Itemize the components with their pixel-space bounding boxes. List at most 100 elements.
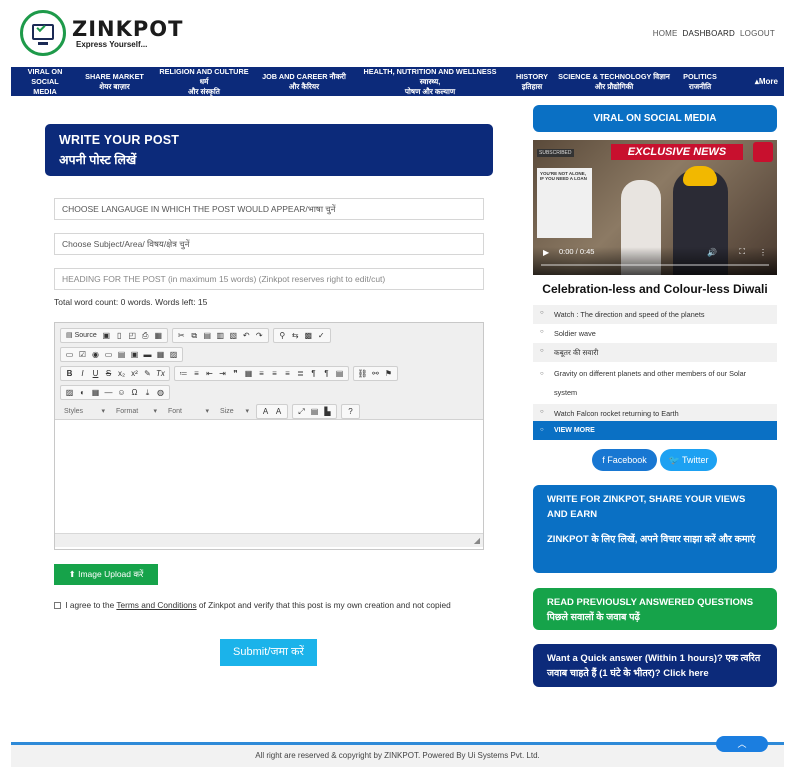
- view-more-button[interactable]: VIEW MORE: [533, 421, 777, 440]
- write-for-zinkpot-box[interactable]: WRITE FOR ZINKPOT, SHARE YOUR VIEWS AND …: [533, 485, 777, 573]
- nav-item-history[interactable]: HISTORY इतिहास: [510, 72, 554, 92]
- editor-content-area[interactable]: [55, 420, 483, 533]
- align-center-icon[interactable]: ≡: [269, 367, 280, 380]
- video-progress-bar[interactable]: [541, 264, 769, 266]
- scroll-top-button[interactable]: ︿: [716, 736, 768, 752]
- numbered-list-icon[interactable]: ≔: [178, 367, 189, 380]
- bulleted-list-icon[interactable]: ≡: [191, 367, 202, 380]
- underline-icon[interactable]: U: [90, 367, 101, 380]
- cut-icon[interactable]: ✂: [176, 329, 187, 342]
- font-dropdown[interactable]: Font: [164, 405, 212, 418]
- styles-dropdown[interactable]: Styles: [60, 405, 108, 418]
- nav-item-share-market[interactable]: SHARE MARKET शेयर बाज़ार: [79, 72, 150, 92]
- image-upload-button[interactable]: ⬆ Image Upload करें: [54, 564, 158, 585]
- remove-format-icon[interactable]: Tx: [155, 367, 166, 380]
- nav-item-religion[interactable]: RELIGION AND CULTURE धर्म और संस्कृति: [150, 67, 258, 97]
- select-icon[interactable]: ▣: [129, 348, 140, 361]
- bold-icon[interactable]: B: [64, 367, 75, 380]
- heading-input[interactable]: HEADING FOR THE POST (in maximum 15 word…: [54, 268, 484, 290]
- align-right-icon[interactable]: ≡: [282, 367, 293, 380]
- outdent-icon[interactable]: ⇤: [204, 367, 215, 380]
- copy-format-icon[interactable]: ✎: [142, 367, 153, 380]
- smiley-icon[interactable]: ☺: [116, 386, 127, 399]
- ltr-icon[interactable]: ¶: [308, 367, 319, 380]
- list-item[interactable]: कबूतर की सवारी: [533, 343, 777, 362]
- facebook-button[interactable]: f Facebook: [592, 449, 657, 471]
- special-char-icon[interactable]: Ω: [129, 386, 140, 399]
- iframe-icon[interactable]: ◍: [155, 386, 166, 399]
- list-item[interactable]: Soldier wave: [533, 324, 777, 343]
- brand-logo[interactable]: ZINKPOT Express Yourself...: [20, 10, 183, 56]
- resize-handle-icon[interactable]: ◢: [474, 536, 480, 545]
- nav-item-science[interactable]: SCIENCE & TECHNOLOGY विज्ञान और प्रौद्योग…: [554, 72, 674, 92]
- more-options-icon[interactable]: ⋮: [759, 248, 767, 257]
- maximize-icon[interactable]: ⤢: [296, 405, 307, 418]
- unlink-icon[interactable]: ⚯: [370, 367, 381, 380]
- terms-link[interactable]: Terms and Conditions: [116, 600, 196, 610]
- subject-select[interactable]: Choose Subject/Area/ विषय/क्षेत्र चुनें: [54, 233, 484, 255]
- link-icon[interactable]: ⛓: [357, 367, 368, 380]
- quick-answer-box[interactable]: Want a Quick answer (Within 1 hours)? एक…: [533, 644, 777, 687]
- nav-item-job[interactable]: JOB AND CAREER नौकरी और कैरियर: [258, 72, 350, 92]
- anchor-icon[interactable]: ⚑: [383, 367, 394, 380]
- strike-icon[interactable]: S: [103, 367, 114, 380]
- italic-icon[interactable]: I: [77, 367, 88, 380]
- subscript-icon[interactable]: x₂: [116, 367, 127, 380]
- show-blocks-icon[interactable]: ▤: [309, 405, 320, 418]
- help-icon[interactable]: ?: [345, 405, 356, 418]
- horizontal-line-icon[interactable]: —: [103, 386, 114, 399]
- format-dropdown[interactable]: Format: [112, 405, 160, 418]
- radio-icon[interactable]: ◉: [90, 348, 101, 361]
- replace-icon[interactable]: ⇆: [290, 329, 301, 342]
- page-break-icon[interactable]: ⤓: [142, 386, 153, 399]
- templates-icon[interactable]: ▦: [153, 329, 164, 342]
- button-icon[interactable]: ▬: [142, 348, 153, 361]
- paste-word-icon[interactable]: ▧: [228, 329, 239, 342]
- paste-icon[interactable]: ▤: [202, 329, 213, 342]
- fullscreen-icon[interactable]: ⛶: [739, 247, 745, 257]
- list-item[interactable]: Watch : The direction and speed of the p…: [533, 305, 777, 324]
- textarea-icon[interactable]: ▤: [116, 348, 127, 361]
- spellcheck-icon[interactable]: ✓: [316, 329, 327, 342]
- video-player[interactable]: SUBSCRIBED EXCLUSIVE NEWS YOU'RE NOT ALO…: [533, 140, 777, 275]
- play-icon[interactable]: ▶: [543, 248, 549, 257]
- terms-checkbox[interactable]: [54, 602, 61, 610]
- bg-color-icon[interactable]: A: [273, 405, 284, 418]
- read-answered-box[interactable]: READ PREVIOUSLY ANSWERED QUESTIONS पिछले…: [533, 588, 777, 630]
- nav-more[interactable]: ▴More: [755, 77, 784, 86]
- logout-link[interactable]: LOGOUT: [740, 29, 775, 38]
- justify-icon[interactable]: ≣: [295, 367, 306, 380]
- nav-item-politics[interactable]: POLITICS राजनीति: [674, 72, 726, 92]
- superscript-icon[interactable]: x²: [129, 367, 140, 380]
- language-select[interactable]: CHOOSE LANGAUGE IN WHICH THE POST WOULD …: [54, 198, 484, 220]
- nav-item-health[interactable]: HEALTH, NUTRITION AND WELLNESS स्वास्थ्य…: [350, 67, 510, 97]
- image-button-icon[interactable]: ▦: [155, 348, 166, 361]
- list-item[interactable]: Gravity on different planets and other m…: [533, 362, 777, 404]
- table-icon[interactable]: ▦: [90, 386, 101, 399]
- paste-text-icon[interactable]: ▥: [215, 329, 226, 342]
- image-icon[interactable]: ▨: [64, 386, 75, 399]
- blockquote-icon[interactable]: ❞: [230, 367, 241, 380]
- align-left-icon[interactable]: ≡: [256, 367, 267, 380]
- rtl-icon[interactable]: ¶: [321, 367, 332, 380]
- hidden-field-icon[interactable]: ▨: [168, 348, 179, 361]
- size-dropdown[interactable]: Size: [216, 405, 252, 418]
- checkbox-icon[interactable]: ☑: [77, 348, 88, 361]
- resize-block-icon[interactable]: ▙: [322, 405, 333, 418]
- form-icon[interactable]: ▭: [64, 348, 75, 361]
- submit-button[interactable]: Submit/जमा करें: [220, 639, 317, 666]
- flash-icon[interactable]: ◐: [77, 386, 88, 399]
- preview-icon[interactable]: ◰: [127, 329, 138, 342]
- redo-icon[interactable]: ↷: [254, 329, 265, 342]
- select-all-icon[interactable]: ▩: [303, 329, 314, 342]
- source-button[interactable]: ▤ Source: [64, 329, 99, 342]
- viral-social-media-button[interactable]: VIRAL ON SOCIAL MEDIA: [533, 105, 777, 132]
- div-icon[interactable]: ▦: [243, 367, 254, 380]
- save-icon[interactable]: ▣: [101, 329, 112, 342]
- text-color-icon[interactable]: A: [260, 405, 271, 418]
- nav-item-viral[interactable]: VIRAL ON SOCIAL MEDIA: [11, 67, 79, 97]
- undo-icon[interactable]: ↶: [241, 329, 252, 342]
- find-icon[interactable]: ⚲: [277, 329, 288, 342]
- print-icon[interactable]: ⎙: [140, 329, 151, 342]
- textfield-icon[interactable]: ▭: [103, 348, 114, 361]
